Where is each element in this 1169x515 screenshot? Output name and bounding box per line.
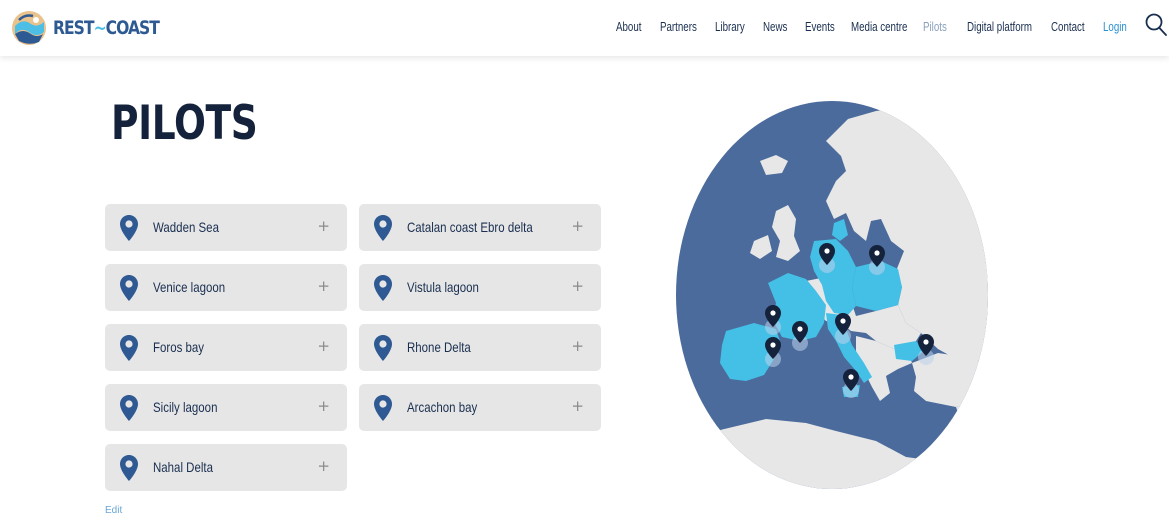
pilot-label: Nahal Delta <box>153 459 213 475</box>
pilot-item-arcachon-bay[interactable]: Arcachon bay + <box>359 384 601 431</box>
nav-pilots[interactable]: Pilots <box>923 20 957 34</box>
map-marker-nahal-delta[interactable] <box>965 411 981 433</box>
nav-login[interactable]: Login <box>1103 20 1127 34</box>
pilot-item-venice-lagoon[interactable]: Venice lagoon + <box>105 264 347 311</box>
expand-plus-icon[interactable]: + <box>571 397 584 415</box>
site-header: REST~COAST About Partners Library News E… <box>0 0 1169 56</box>
map-pin-icon <box>120 455 138 481</box>
nav-about[interactable]: About <box>616 20 650 34</box>
map-pin-icon <box>120 215 138 241</box>
pilot-label: Vistula lagoon <box>407 279 479 295</box>
pilot-label: Rhone Delta <box>407 339 471 355</box>
main-nav: About Partners Library News Events Media… <box>616 20 1133 34</box>
map-pin-icon <box>120 335 138 361</box>
expand-plus-icon[interactable]: + <box>571 337 584 355</box>
expand-plus-icon[interactable]: + <box>317 457 330 475</box>
expand-plus-icon[interactable]: + <box>317 277 330 295</box>
expand-plus-icon[interactable]: + <box>571 217 584 235</box>
pilot-item-rhone-delta[interactable]: Rhone Delta + <box>359 324 601 371</box>
pilot-label: Venice lagoon <box>153 279 226 295</box>
pilot-label: Foros bay <box>153 339 205 355</box>
logo-text: REST~COAST <box>53 17 160 39</box>
pilot-label: Sicily lagoon <box>153 399 218 415</box>
search-icon[interactable] <box>1145 13 1167 37</box>
map-pin-icon <box>120 275 138 301</box>
page-title: PILOTS <box>111 96 258 151</box>
nav-media-centre[interactable]: Media centre <box>851 20 907 34</box>
site-logo[interactable]: REST~COAST <box>9 8 182 48</box>
europe-map-icon <box>676 101 988 489</box>
pilot-item-nahal-delta[interactable]: Nahal Delta + <box>105 444 347 491</box>
pilot-label: Arcachon bay <box>407 399 478 415</box>
map-land-middle-east <box>956 401 988 489</box>
pilot-label: Catalan coast Ebro delta <box>407 219 533 235</box>
map-country-israel <box>968 417 978 443</box>
expand-plus-icon[interactable]: + <box>317 397 330 415</box>
expand-plus-icon[interactable]: + <box>317 337 330 355</box>
expand-plus-icon[interactable]: + <box>571 277 584 295</box>
pilot-label: Wadden Sea <box>153 219 219 235</box>
pilot-item-vistula-lagoon[interactable]: Vistula lagoon + <box>359 264 601 311</box>
map-pin-icon <box>120 395 138 421</box>
pilot-item-catalan-coast[interactable]: Catalan coast Ebro delta + <box>359 204 601 251</box>
edit-link[interactable]: Edit <box>105 505 122 515</box>
map-pin-icon <box>374 335 392 361</box>
pilot-item-wadden-sea[interactable]: Wadden Sea + <box>105 204 347 251</box>
map-pin-icon <box>374 215 392 241</box>
nav-contact[interactable]: Contact <box>1051 20 1092 34</box>
nav-news[interactable]: News <box>763 20 796 34</box>
nav-events[interactable]: Events <box>805 20 841 34</box>
nav-library[interactable]: Library <box>715 20 752 34</box>
nav-partners[interactable]: Partners <box>660 20 703 34</box>
map-pin-icon <box>374 275 392 301</box>
pilot-item-sicily-lagoon[interactable]: Sicily lagoon + <box>105 384 347 431</box>
nav-digital-platform[interactable]: Digital platform <box>967 20 1033 34</box>
pilot-item-foros-bay[interactable]: Foros bay + <box>105 324 347 371</box>
logo-globe-icon <box>12 11 46 45</box>
map-pin-icon <box>374 395 392 421</box>
expand-plus-icon[interactable]: + <box>317 217 330 235</box>
